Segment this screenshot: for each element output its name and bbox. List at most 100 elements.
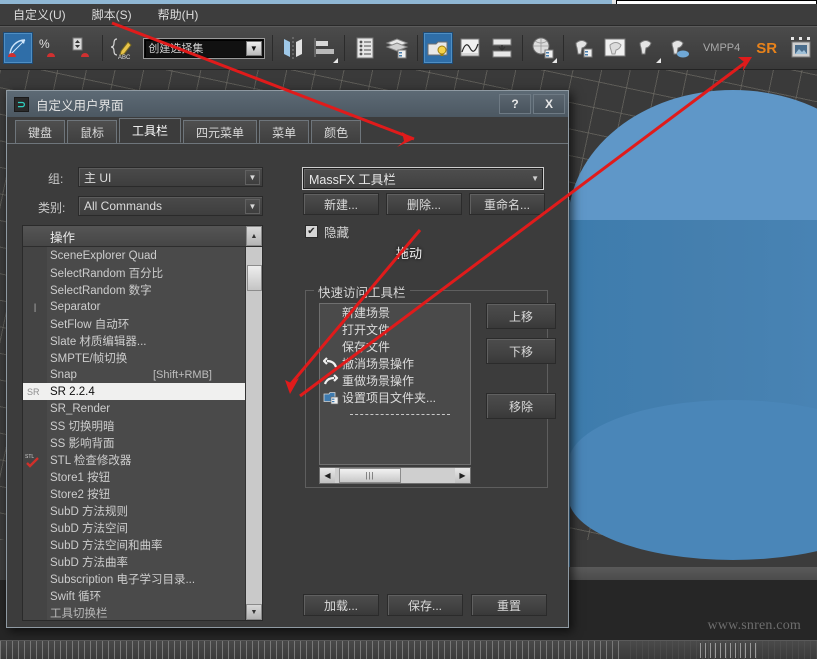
tab-menus[interactable]: 菜单 (259, 120, 309, 143)
list-item[interactable]: Slate 材质编辑器... (23, 332, 245, 349)
tab-quad-menu[interactable]: 四元菜单 (183, 120, 257, 143)
sr-toolbar-label[interactable]: SR (748, 40, 785, 57)
render-frame-icon[interactable] (600, 32, 630, 64)
list-item[interactable]: Swift 循环 (23, 587, 245, 604)
screen-root: www.snren.com 自定义(U) 脚本(S) 帮助(H) % (0, 0, 817, 659)
save-button[interactable]: 保存... (387, 594, 463, 616)
load-button[interactable]: 加载... (303, 594, 379, 616)
delete-toolbar-button[interactable]: 删除... (386, 193, 462, 215)
tab-toolbars[interactable]: 工具栏 (119, 118, 181, 143)
close-icon[interactable]: X (533, 94, 565, 114)
layer-manager-icon[interactable] (350, 32, 380, 64)
toolbar-name-combo[interactable]: MassFX 工具栏 ▼ (303, 168, 543, 189)
command-list-header-label: 操作 (50, 227, 75, 246)
list-item[interactable]: SubD 方法规则 (23, 502, 245, 519)
list-item[interactable]: 工具切换栏 (23, 604, 245, 620)
list-item[interactable]: Store2 按钮 (23, 485, 245, 502)
list-item[interactable]: SS 影响背面 (23, 434, 245, 451)
vmpp-label: VMPP4 (695, 42, 748, 54)
named-selection-combo[interactable]: 创建选择集 ▼ (144, 39, 263, 58)
angle-snap-icon[interactable] (3, 32, 33, 64)
material-editor-icon[interactable] (528, 32, 558, 64)
menu-customize[interactable]: 自定义(U) (0, 4, 79, 25)
scrollbar-thumb[interactable] (247, 265, 262, 291)
list-item[interactable]: 设置项目文件夹... (320, 389, 470, 406)
list-item[interactable]: 撤消场景操作 (320, 355, 470, 372)
move-down-button[interactable]: 下移 (486, 338, 556, 364)
list-item-selected[interactable]: SR SR 2.2.4 (23, 383, 245, 400)
rename-toolbar-button[interactable]: 重命名... (469, 193, 545, 215)
quick-access-hscrollbar[interactable]: ◀ ||| ▶ (319, 467, 471, 484)
light-lister-icon[interactable] (423, 32, 453, 64)
list-item-label: Swift 循环 (47, 588, 101, 604)
scroll-up-button[interactable]: ▲ (246, 226, 262, 246)
render-preview-icon[interactable] (786, 32, 816, 64)
percent-snap-icon[interactable]: % (35, 32, 65, 64)
list-item[interactable]: SS 切换明暗 (23, 417, 245, 434)
hscrollbar-thumb[interactable]: ||| (339, 468, 401, 483)
list-item-label: Slate 材质编辑器... (47, 333, 147, 349)
scroll-right-button[interactable]: ▶ (455, 468, 470, 483)
hide-checkbox-label: 隐藏 (324, 222, 349, 241)
quick-access-list[interactable]: 新建场景 打开文件 保存文件 撤消场景操作 重做场景操作 (319, 303, 471, 465)
hide-checkbox[interactable]: ✔ (305, 225, 318, 238)
layer-explorer-icon[interactable] (382, 32, 412, 64)
tab-colors[interactable]: 颜色 (311, 120, 361, 143)
chevron-down-icon-category[interactable]: ▼ (245, 199, 260, 214)
timeline-ruler[interactable] (0, 640, 817, 659)
list-item[interactable]: 重做场景操作 (320, 372, 470, 389)
svg-text:%: % (39, 37, 50, 51)
scroll-down-button[interactable]: ▼ (246, 604, 262, 620)
list-item[interactable]: SubD 方法空间和曲率 (23, 536, 245, 553)
help-button[interactable]: ? (499, 94, 531, 114)
list-item[interactable]: | Separator (23, 298, 245, 315)
menu-script[interactable]: 脚本(S) (79, 4, 145, 25)
list-item[interactable]: SetFlow 自动环 (23, 315, 245, 332)
named-selection-value: 创建选择集 (145, 40, 203, 56)
tab-mouse[interactable]: 鼠标 (67, 120, 117, 143)
render-setup-icon[interactable] (569, 32, 599, 64)
scroll-left-button[interactable]: ◀ (320, 468, 335, 483)
chevron-down-icon[interactable]: ▼ (246, 41, 262, 56)
list-item[interactable]: SelectRandom 数字 (23, 281, 245, 298)
category-combo[interactable]: All Commands ▼ (78, 196, 263, 216)
command-list-scrollbar[interactable]: ▼ (245, 247, 262, 620)
spinner-snap-icon[interactable] (67, 32, 97, 64)
move-up-button[interactable]: 上移 (486, 303, 556, 329)
list-item[interactable]: SelectRandom 百分比 (23, 264, 245, 281)
named-selection-set-icon[interactable]: ABC (108, 32, 138, 64)
reset-button[interactable]: 重置 (471, 594, 547, 616)
chevron-down-icon-group[interactable]: ▼ (245, 170, 260, 185)
render-production-icon[interactable] (632, 32, 662, 64)
list-item[interactable]: 打开文件 (320, 321, 470, 338)
hide-checkbox-row[interactable]: ✔ 隐藏 (305, 222, 349, 241)
list-item[interactable]: SMPTE/帧切换 (23, 349, 245, 366)
menu-help[interactable]: 帮助(H) (145, 4, 212, 25)
remove-button[interactable]: 移除 (486, 393, 556, 419)
list-item[interactable]: Snap [Shift+RMB] (23, 366, 245, 383)
list-item[interactable]: SR_Render (23, 400, 245, 417)
align-icon[interactable] (310, 32, 340, 64)
curve-editor-icon[interactable] (455, 32, 485, 64)
list-item[interactable]: Subscription 电子学习目录... (23, 570, 245, 587)
separator-dash-icon[interactable] (320, 406, 470, 423)
list-item[interactable]: Store1 按钮 (23, 468, 245, 485)
list-item[interactable]: SceneExplorer Quad (23, 247, 245, 264)
list-item-label: 重做场景操作 (342, 372, 414, 389)
list-item-label: 保存文件 (342, 338, 390, 355)
tab-keyboard[interactable]: 键盘 (15, 120, 65, 143)
render-iterative-icon[interactable] (664, 32, 694, 64)
new-toolbar-button[interactable]: 新建... (303, 193, 379, 215)
list-item[interactable]: STL STL 检查修改器 (23, 451, 245, 468)
command-list-header[interactable]: 操作 ▲ (23, 226, 262, 247)
list-item[interactable]: SubD 方法曲率 (23, 553, 245, 570)
list-item[interactable]: 保存文件 (320, 338, 470, 355)
list-item[interactable]: SubD 方法空间 (23, 519, 245, 536)
schematic-view-icon[interactable] (487, 32, 517, 64)
list-item-label: SubD 方法空间和曲率 (47, 537, 162, 553)
dialog-titlebar[interactable]: ⊃ 自定义用户界面 ? X (7, 91, 568, 117)
chevron-down-icon-toolbar[interactable]: ▼ (531, 174, 539, 183)
list-item[interactable]: 新建场景 (320, 304, 470, 321)
group-combo[interactable]: 主 UI ▼ (78, 167, 263, 187)
mirror-icon[interactable] (278, 32, 308, 64)
